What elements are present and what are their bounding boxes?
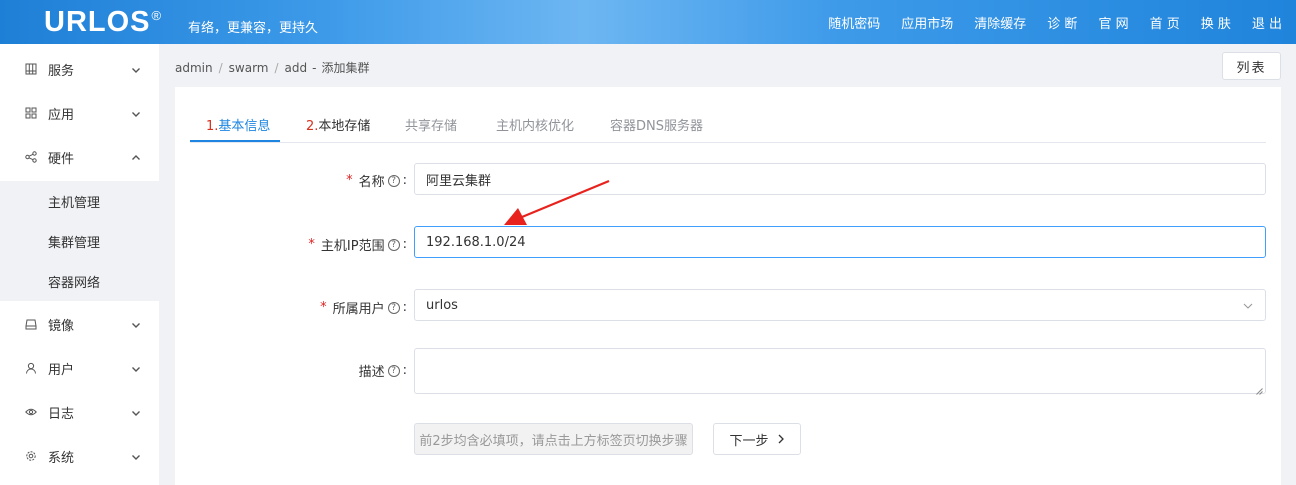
page-title: 添加集群 — [321, 61, 370, 75]
help-icon[interactable]: ? — [387, 301, 400, 314]
chevron-down-icon — [131, 451, 141, 461]
sidebar-item-label: 日志 — [48, 406, 75, 422]
eye-icon — [25, 406, 37, 418]
nav-logout[interactable]: 退 出 — [1252, 13, 1282, 32]
ip-range-input[interactable]: 192.168.1.0/24 — [414, 226, 1266, 258]
nav-official-site[interactable]: 官 网 — [1098, 13, 1128, 32]
sidebar-item-users[interactable]: 用户 — [0, 346, 159, 390]
name-label: * 名称?: — [346, 173, 407, 190]
tab-local-storage[interactable]: 2.本地存储 — [306, 115, 370, 134]
slogan: 有络，更兼容，更持久 — [188, 21, 319, 36]
top-bar: URLOS® 有络，更兼容，更持久 随机密码 应用市场 清除缓存 诊 断 官 网… — [0, 0, 1296, 44]
list-button[interactable]: 列表 — [1222, 52, 1281, 80]
sidebar-subitem-label: 集群管理 — [48, 235, 101, 251]
chevron-down-icon — [131, 64, 141, 74]
nav-app-market[interactable]: 应用市场 — [901, 13, 953, 32]
sidebar-subitem-host-management[interactable]: 主机管理 — [0, 181, 159, 221]
sidebar-subitem-label: 容器网络 — [48, 275, 101, 291]
apps-icon — [25, 107, 37, 119]
nav-clear-cache[interactable]: 清除缓存 — [974, 13, 1026, 32]
tab-shared-storage[interactable]: 共享存储 — [405, 115, 457, 134]
help-icon[interactable]: ? — [387, 238, 400, 251]
disk-icon — [25, 318, 37, 330]
nav-home[interactable]: 首 页 — [1150, 13, 1180, 32]
resize-handle-icon[interactable] — [1256, 384, 1263, 395]
breadcrumb-admin[interactable]: admin — [175, 61, 213, 75]
top-nav: 随机密码 应用市场 清除缓存 诊 断 官 网 首 页 换 肤 退 出 — [807, 0, 1282, 44]
sidebar-subitem-label: 主机管理 — [48, 195, 101, 211]
chevron-down-icon — [131, 407, 141, 417]
nav-skin[interactable]: 换 肤 — [1201, 13, 1231, 32]
sidebar-subitem-cluster-management[interactable]: 集群管理 — [0, 221, 159, 261]
share-nodes-icon — [25, 151, 37, 163]
tab-container-dns[interactable]: 容器DNS服务器 — [610, 115, 703, 134]
tab-bar: 1.基本信息 2.本地存储 共享存储 主机内核优化 容器DNS服务器 — [190, 87, 1266, 143]
next-step-button[interactable]: 下一步 — [713, 423, 801, 455]
name-input[interactable]: 阿里云集群 — [414, 163, 1266, 195]
grid-icon — [25, 63, 37, 75]
chevron-down-icon — [131, 319, 141, 329]
required-steps-hint-button[interactable]: 前2步均含必填项，请点击上方标签页切换步骤 — [414, 423, 693, 455]
sidebar-item-hardware[interactable]: 硬件 — [0, 135, 159, 179]
breadcrumb: admin / swarm / add - 添加集群 — [175, 61, 370, 75]
sidebar-item-label: 应用 — [48, 107, 75, 123]
ip-range-label: * 主机IP范围?: — [308, 237, 407, 254]
sidebar-item-label: 镜像 — [48, 318, 75, 334]
help-icon[interactable]: ? — [387, 364, 400, 377]
sidebar-item-logs[interactable]: 日志 — [0, 390, 159, 434]
chevron-down-icon — [131, 108, 141, 118]
user-icon — [25, 362, 37, 374]
active-tab-indicator — [190, 140, 280, 142]
sidebar-item-images[interactable]: 镜像 — [0, 302, 159, 346]
help-icon[interactable]: ? — [387, 174, 400, 187]
sidebar: 服务 应用 硬件 主机管理 集群管理 容器网络 镜像 用户 日志 系统 — [0, 44, 159, 485]
nav-random-password[interactable]: 随机密码 — [828, 13, 880, 32]
owner-label: * 所属用户?: — [320, 300, 407, 317]
tab-basic-info[interactable]: 1.基本信息 — [206, 115, 270, 134]
sidebar-item-label: 硬件 — [48, 151, 75, 167]
sidebar-item-label: 系统 — [48, 450, 75, 466]
breadcrumb-swarm[interactable]: swarm — [229, 61, 269, 75]
form-card: 1.基本信息 2.本地存储 共享存储 主机内核优化 容器DNS服务器 * 名称?:… — [175, 87, 1281, 485]
description-label: 描述?: — [358, 363, 407, 380]
chevron-down-icon — [131, 363, 141, 373]
sidebar-item-services[interactable]: 服务 — [0, 47, 159, 91]
chevron-right-icon — [778, 434, 784, 444]
owner-select[interactable]: urlos — [414, 289, 1266, 321]
sidebar-item-apps[interactable]: 应用 — [0, 91, 159, 135]
gear-icon — [25, 450, 37, 462]
chevron-down-icon — [1243, 300, 1253, 310]
logo[interactable]: URLOS® — [44, 6, 162, 39]
owner-select-value: urlos — [426, 297, 458, 313]
tab-kernel-optimization[interactable]: 主机内核优化 — [496, 115, 574, 134]
sidebar-subitem-container-network[interactable]: 容器网络 — [0, 261, 159, 301]
description-textarea[interactable] — [414, 348, 1266, 395]
sidebar-item-system[interactable]: 系统 — [0, 434, 159, 478]
chevron-up-icon — [131, 152, 141, 162]
breadcrumb-add: add — [284, 61, 308, 75]
sidebar-item-label: 服务 — [48, 63, 75, 79]
nav-diagnose[interactable]: 诊 断 — [1047, 13, 1077, 32]
sidebar-item-label: 用户 — [48, 362, 75, 378]
